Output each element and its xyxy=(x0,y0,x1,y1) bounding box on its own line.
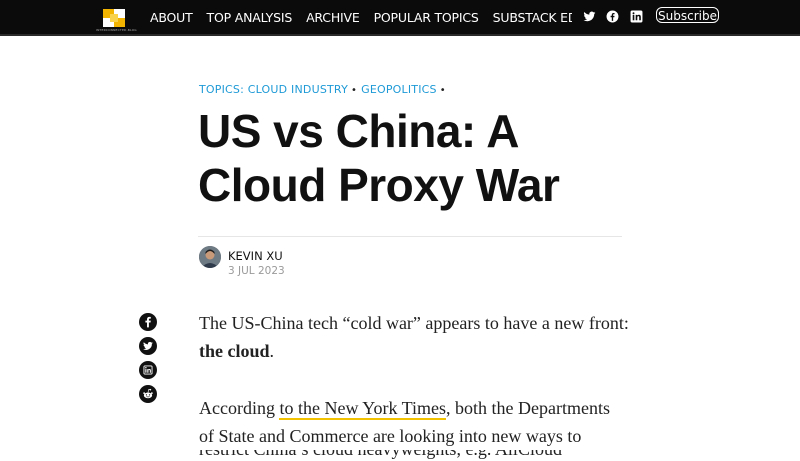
topic-link-geopolitics[interactable]: GEOPOLITICS xyxy=(361,83,437,96)
site-logo[interactable] xyxy=(103,9,125,27)
twitter-icon[interactable] xyxy=(139,337,157,355)
paragraph-1: The US-China tech “cold war” appears to … xyxy=(199,309,629,365)
article-title: US vs China: A Cloud Proxy War xyxy=(198,105,560,211)
topics-line: TOPICS: CLOUD INDUSTRY • GEOPOLITICS • xyxy=(199,83,450,96)
menu-item-top-analysis[interactable]: TOP ANALYSIS xyxy=(207,0,293,34)
subscribe-button[interactable]: Subscribe xyxy=(656,7,719,23)
topic-separator: • xyxy=(350,85,358,96)
topics-prefix: TOPICS: xyxy=(199,83,245,96)
author-name[interactable]: KEVIN XU xyxy=(228,249,283,263)
top-nav: INTERCONNECTED.BLOG ABOUT TOP ANALYSIS ARC… xyxy=(0,0,800,36)
paragraph-2: According to the New York Times, both th… xyxy=(199,394,629,450)
twitter-icon[interactable] xyxy=(583,10,596,23)
reddit-icon[interactable] xyxy=(139,385,157,403)
logo-caption: INTERCONNECTED.BLOG xyxy=(96,28,137,32)
menu-item-substack-edition[interactable]: SUBSTACK EDITION xyxy=(493,0,572,34)
linkedin-icon[interactable] xyxy=(139,361,157,379)
menu-item-archive[interactable]: ARCHIVE xyxy=(306,0,360,34)
paragraph-3-clipped: restrict China’s cloud heavyweights, e.g… xyxy=(199,450,629,461)
avatar-portrait-icon xyxy=(199,246,221,268)
main-menu: ABOUT TOP ANALYSIS ARCHIVE POPULAR TOPICS SU… xyxy=(150,0,572,34)
facebook-icon[interactable] xyxy=(139,313,157,331)
author-avatar[interactable] xyxy=(199,246,221,268)
linkedin-icon[interactable] xyxy=(630,10,643,23)
p1-text: The US-China tech “cold war” appears to … xyxy=(199,313,629,333)
header-divider xyxy=(198,236,622,237)
nyt-link[interactable]: to the New York Times xyxy=(279,398,447,420)
facebook-icon[interactable] xyxy=(606,10,619,23)
menu-item-popular-topics[interactable]: POPULAR TOPICS xyxy=(374,0,479,34)
paragraph-3: restrict China’s cloud heavyweights, e.g… xyxy=(199,450,629,461)
topic-link-cloud-industry[interactable]: CLOUD INDUSTRY xyxy=(248,83,348,96)
p2-text-start: According xyxy=(199,398,280,418)
p1-bold: the cloud xyxy=(199,341,270,361)
menu-item-about[interactable]: ABOUT xyxy=(150,0,193,34)
p1-end: . xyxy=(269,341,275,361)
topic-separator: • xyxy=(439,85,446,96)
publish-date: 3 JUL 2023 xyxy=(228,265,285,277)
